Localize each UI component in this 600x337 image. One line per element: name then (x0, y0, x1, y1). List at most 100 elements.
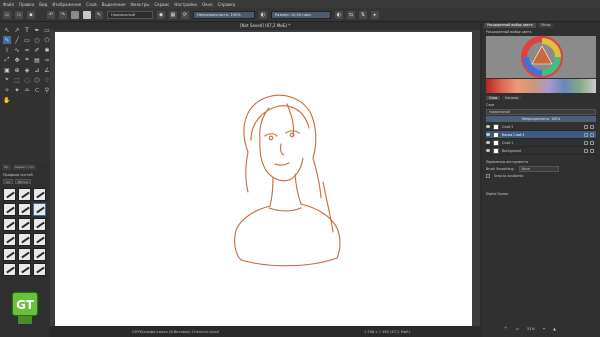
color-history-strip[interactable] (486, 79, 596, 93)
preserve-alpha-icon[interactable]: ▦ (169, 10, 177, 19)
similar-select-icon[interactable]: ✦ (13, 86, 21, 94)
lock-icon[interactable] (584, 148, 588, 153)
alpha-lock-icon[interactable] (590, 148, 594, 153)
lock-icon[interactable] (584, 124, 588, 129)
line-tool-icon[interactable]: ╱ (13, 36, 21, 44)
eye-icon[interactable] (486, 141, 490, 144)
bezier-select-icon[interactable]: ⌓ (23, 86, 31, 94)
polyline-tool-icon[interactable]: ⌇ (3, 46, 11, 54)
alpha-lock-icon[interactable] (590, 140, 594, 145)
layer-blend-mode-select[interactable]: нормальный (486, 109, 596, 115)
brush-preset[interactable] (18, 248, 31, 261)
brush-preset-selected[interactable] (33, 203, 46, 216)
menu-window[interactable]: Окно (202, 2, 213, 7)
fill-tool-icon[interactable]: ◈ (23, 66, 31, 74)
brush-preset[interactable] (3, 248, 16, 261)
brush-preset[interactable] (3, 233, 16, 246)
freehand-brush-icon[interactable]: ✎ (3, 36, 11, 44)
opacity-pressure-icon[interactable]: ◐ (259, 10, 267, 19)
tab-advanced-color-selector[interactable]: Расширенный выбор цвета (484, 23, 536, 28)
brush-preset-icon[interactable]: ✎ (95, 10, 103, 19)
brush-preset[interactable] (3, 218, 16, 231)
ellipse-tool-icon[interactable]: ○ (33, 36, 41, 44)
foreground-color-swatch[interactable] (83, 10, 91, 19)
dynamic-brush-icon[interactable]: ✐ (33, 46, 41, 54)
delete-layer-icon[interactable]: ▲ (553, 327, 556, 331)
eraser-mode-icon[interactable]: ◆ (157, 10, 165, 19)
brush-preset[interactable] (33, 263, 46, 276)
text-tool-icon[interactable]: T (23, 26, 31, 34)
freehand-path-icon[interactable]: ≈ (23, 46, 31, 54)
lock-icon[interactable] (584, 140, 588, 145)
bezier-tool-icon[interactable]: ∿ (13, 46, 21, 54)
crop-tool-icon[interactable]: ⌗ (23, 56, 31, 64)
layer-opacity-slider[interactable]: Непрозрачность: 100% (486, 116, 596, 122)
alpha-lock-icon[interactable] (590, 132, 594, 137)
brush-preset[interactable] (33, 188, 46, 201)
tab-overview[interactable]: Обзор (537, 23, 554, 28)
colorize-mask-icon[interactable]: ▣ (3, 66, 11, 74)
gradient-tool-icon[interactable]: ▤ (33, 56, 41, 64)
size-pressure-icon[interactable]: ◐ (335, 10, 343, 19)
reload-preset-icon[interactable]: ⟳ (181, 10, 189, 19)
brush-preset[interactable] (18, 218, 31, 231)
redo-icon[interactable]: ↷ (59, 10, 67, 19)
edit-shapes-icon[interactable]: ↗ (13, 26, 21, 34)
size-slider[interactable]: Размер: 10,00 пикс. (271, 10, 331, 19)
move-tool-icon[interactable]: ✥ (13, 56, 21, 64)
zoom-level[interactable]: 51% (527, 327, 535, 331)
magnetic-select-icon[interactable]: ⊂ (33, 86, 41, 94)
brush-preset[interactable] (3, 188, 16, 201)
layer-properties-icon[interactable]: ▭ (516, 327, 519, 331)
drawing-canvas[interactable] (55, 32, 472, 327)
layer-row[interactable]: Background (486, 147, 596, 155)
transform-tool-icon[interactable]: ⤢ (3, 56, 11, 64)
menu-edit[interactable]: Правка (19, 2, 34, 7)
layer-row-active[interactable]: Копия Слой 1 (486, 131, 596, 139)
brush-preset[interactable] (3, 203, 16, 216)
brush-preset[interactable] (18, 233, 31, 246)
contiguous-select-icon[interactable]: ✧ (3, 86, 11, 94)
zoom-slider-icon[interactable]: ━ (543, 327, 545, 331)
menu-settings[interactable]: Настройки (174, 2, 197, 7)
select-shapes-icon[interactable]: ↖ (3, 26, 11, 34)
brush-preset[interactable] (18, 203, 31, 216)
fill-pattern-icon[interactable] (71, 10, 79, 19)
brush-preset[interactable] (3, 263, 16, 276)
brush-filter-all[interactable]: All (3, 179, 13, 184)
mirror-horizontal-icon[interactable]: ⇆ (347, 10, 355, 19)
eye-icon[interactable] (486, 133, 490, 136)
brush-preset[interactable] (33, 218, 46, 231)
calligraphy-icon[interactable]: ✒ (33, 26, 41, 34)
snap-assistants-checkbox[interactable] (486, 174, 490, 178)
new-document-icon[interactable]: ▫ (3, 10, 11, 19)
brush-preset[interactable] (33, 233, 46, 246)
undo-icon[interactable]: ↶ (47, 10, 55, 19)
mirror-vertical-icon[interactable]: ⇅ (359, 10, 367, 19)
rectangle-tool-icon[interactable]: ▭ (23, 36, 31, 44)
tab-channels[interactable]: Каналы (502, 96, 522, 100)
lock-icon[interactable] (584, 132, 588, 137)
menu-file[interactable]: Файл (3, 2, 14, 7)
menu-tools[interactable]: Сервис (154, 2, 169, 7)
save-icon[interactable]: ▪ (27, 10, 35, 19)
reference-tool-icon[interactable]: ⌖ (3, 76, 11, 84)
menu-select[interactable]: Выделение (102, 2, 126, 7)
brush-smoothing-select[interactable]: None (518, 166, 559, 172)
tab-brush-editor[interactable]: Редакт. стр. (13, 164, 37, 170)
eye-icon[interactable] (486, 125, 490, 128)
document-tab[interactable]: [Not Saved] (67,2 МиБ) * (240, 23, 290, 28)
wrap-around-icon[interactable]: ▸ (371, 10, 379, 19)
smart-patch-icon[interactable]: ⊕ (13, 66, 21, 74)
alpha-lock-icon[interactable] (590, 124, 594, 129)
blend-mode-select[interactable]: Нормальный (107, 10, 153, 19)
open-document-icon[interactable]: ▭ (15, 10, 23, 19)
brush-preset[interactable] (18, 188, 31, 201)
brush-filter-tags[interactable]: Метки (14, 179, 31, 184)
tab-layers[interactable]: Слои (486, 96, 501, 100)
rect-select-icon[interactable]: ⬚ (13, 76, 21, 84)
pan-tool-icon[interactable]: ✋ (3, 96, 11, 104)
tab-brush-presets[interactable]: Пр. (2, 164, 12, 170)
polygon-select-icon[interactable]: ⬡ (33, 76, 41, 84)
eye-icon[interactable] (486, 149, 490, 152)
